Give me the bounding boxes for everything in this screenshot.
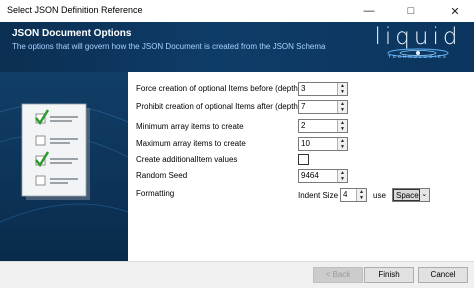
title-bar: Select JSON Definition Reference — □ ✕ <box>0 0 474 22</box>
indent-char-value[interactable]: Space <box>393 189 420 201</box>
options-panel: Force creation of optional Items before … <box>128 72 474 261</box>
window-title: Select JSON Definition Reference <box>7 5 143 15</box>
random-seed-stepper[interactable]: 9464 ▲ ▼ <box>298 169 348 183</box>
indent-size-value[interactable]: 4 <box>341 189 356 201</box>
max-array-value[interactable]: 10 <box>299 138 337 150</box>
logo-tagline: TECHNOLOGIES <box>388 54 448 59</box>
close-icon[interactable]: ✕ <box>440 0 470 22</box>
document-checklist-icon <box>0 103 128 223</box>
button-bar: < Back Finish Cancel <box>0 261 474 288</box>
header-banner: JSON Document Options The options that w… <box>0 22 474 72</box>
prohibit-optional-stepper[interactable]: 7 ▲ ▼ <box>298 100 348 114</box>
min-array-value[interactable]: 2 <box>299 120 337 132</box>
finish-button[interactable]: Finish <box>364 267 414 283</box>
prohibit-optional-value[interactable]: 7 <box>299 101 337 113</box>
min-array-label: Minimum array items to create <box>136 122 244 131</box>
force-optional-value[interactable]: 3 <box>299 83 337 95</box>
random-seed-label: Random Seed <box>136 171 188 180</box>
side-illustration <box>0 72 128 261</box>
random-seed-value[interactable]: 9464 <box>299 170 337 182</box>
min-array-stepper[interactable]: 2 ▲ ▼ <box>298 119 348 133</box>
indent-size-label: Indent Size <box>298 191 339 200</box>
additional-item-checkbox[interactable] <box>298 154 309 165</box>
minimize-icon[interactable]: — <box>354 0 384 22</box>
formatting-label: Formatting <box>136 189 175 198</box>
page-subtitle: The options that will govern how the JSO… <box>12 42 326 51</box>
indent-size-stepper[interactable]: 4 ▲ ▼ <box>340 188 367 202</box>
chevron-down-icon[interactable]: ⌄ <box>420 189 429 201</box>
use-label: use <box>373 191 386 200</box>
page-title: JSON Document Options <box>12 28 132 39</box>
liquid-technologies-logo: liquid TECHNOLOGIES <box>372 24 464 70</box>
maximize-icon[interactable]: □ <box>396 0 426 22</box>
spin-down-icon[interactable]: ▼ <box>357 195 366 201</box>
prohibit-optional-label: Prohibit creation of optional Items afte… <box>136 102 301 111</box>
force-optional-label: Force creation of optional Items before … <box>136 84 301 93</box>
spin-down-icon[interactable]: ▼ <box>338 126 347 132</box>
spin-down-icon[interactable]: ▼ <box>338 107 347 113</box>
spin-down-icon[interactable]: ▼ <box>338 144 347 150</box>
cancel-button[interactable]: Cancel <box>418 267 468 283</box>
back-button[interactable]: < Back <box>313 267 363 283</box>
indent-char-select[interactable]: Space ⌄ <box>392 188 430 202</box>
force-optional-stepper[interactable]: 3 ▲ ▼ <box>298 82 348 96</box>
spin-down-icon[interactable]: ▼ <box>338 89 347 95</box>
max-array-label: Maximum array items to create <box>136 139 246 148</box>
max-array-stepper[interactable]: 10 ▲ ▼ <box>298 137 348 151</box>
additional-item-label: Create additionalItem values <box>136 155 238 164</box>
spin-down-icon[interactable]: ▼ <box>338 176 347 182</box>
